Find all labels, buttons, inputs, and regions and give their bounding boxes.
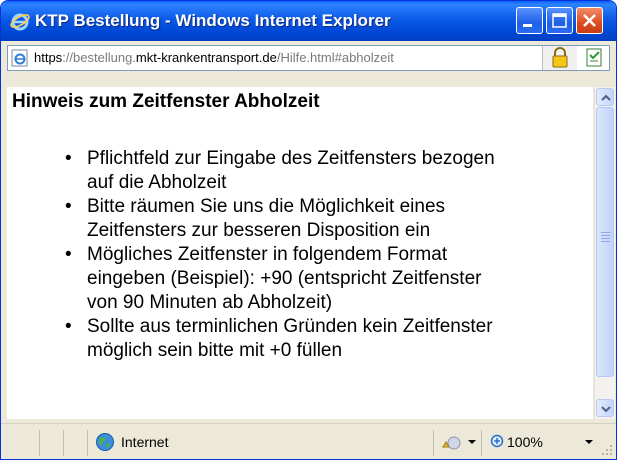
scroll-grip-line xyxy=(601,241,610,242)
bullet-line: Sollte aus terminlichen Gründen kein Zei… xyxy=(87,316,493,337)
security-zone-label: Internet xyxy=(121,434,169,450)
vertical-scrollbar[interactable] xyxy=(594,87,615,419)
resize-grip-icon[interactable] xyxy=(599,442,613,456)
bullet-line: Pflichtfeld zur Eingabe des Zeitfensters… xyxy=(87,148,495,169)
status-divider xyxy=(481,430,482,456)
status-divider xyxy=(87,430,88,456)
url-scheme: https xyxy=(34,50,63,65)
browser-window: KTP Bestellung - Windows Internet Explor… xyxy=(0,0,617,460)
chevron-up-icon xyxy=(601,94,611,101)
dropdown-arrow-icon[interactable] xyxy=(467,438,477,446)
close-button[interactable] xyxy=(576,7,603,34)
close-icon xyxy=(583,14,596,27)
bullet-line: eingeben (Beispiel): +90 (entspricht Zei… xyxy=(87,268,482,289)
chevron-down-icon xyxy=(601,406,611,413)
protected-mode-icon[interactable] xyxy=(442,434,462,452)
scroll-grip-line xyxy=(601,232,610,233)
globe-icon xyxy=(96,433,114,451)
url-text[interactable]: https://bestellung.mkt-krankentransport.… xyxy=(34,50,394,65)
zoom-icon xyxy=(490,434,504,448)
minimize-button[interactable] xyxy=(516,7,543,34)
bullet-line: möglich sein bitte mit +0 füllen xyxy=(87,340,343,361)
ie-page-icon xyxy=(11,49,28,67)
status-divider xyxy=(433,430,434,456)
ie-logo-icon xyxy=(10,13,30,31)
lock-icon xyxy=(552,47,568,68)
maximize-icon xyxy=(552,13,567,28)
scroll-grip-line xyxy=(601,238,610,239)
bullet-list: Pflichtfeld zur Eingabe des Zeitfensters… xyxy=(65,147,593,363)
bullet-line: Zeitfensters zur besseren Disposition ei… xyxy=(87,220,431,241)
bullet-item: Bitte räumen Sie uns die Möglichkeit ein… xyxy=(65,195,593,243)
bullet-item: Sollte aus terminlichen Gründen kein Zei… xyxy=(65,315,593,363)
status-divider xyxy=(39,430,40,456)
certificate-icon xyxy=(586,48,602,67)
bullet-line: Mögliches Zeitfenster in folgendem Forma… xyxy=(87,244,448,265)
scroll-thumb[interactable] xyxy=(596,107,614,377)
window-title: KTP Bestellung - Windows Internet Explor… xyxy=(35,11,391,30)
page-content: Hinweis zum Zeitfenster Abholzeit Pflich… xyxy=(7,87,593,419)
minimize-icon xyxy=(523,24,532,27)
bullet-line: auf die Abholzeit xyxy=(87,172,227,193)
title-bar[interactable]: KTP Bestellung - Windows Internet Explor… xyxy=(1,1,616,41)
url-subdomain: bestellung. xyxy=(73,50,136,65)
url-path: /Hilfe.html#abholzeit xyxy=(276,50,394,65)
chevron-down-icon[interactable] xyxy=(584,438,594,446)
bullet-item: Pflichtfeld zur Eingabe des Zeitfensters… xyxy=(65,147,593,195)
maximize-button[interactable] xyxy=(546,7,573,34)
scroll-down-button[interactable] xyxy=(596,399,614,417)
status-divider xyxy=(63,430,64,456)
page-heading: Hinweis zum Zeitfenster Abholzeit xyxy=(12,91,320,112)
address-bar[interactable]: https://bestellung.mkt-krankentransport.… xyxy=(7,45,610,71)
bullet-item: Mögliches Zeitfenster in folgendem Forma… xyxy=(65,243,593,315)
scroll-up-button[interactable] xyxy=(596,88,614,106)
certificate-button[interactable] xyxy=(578,46,609,70)
security-report-button[interactable] xyxy=(542,46,577,70)
url-separator: :// xyxy=(62,50,74,65)
scroll-grip-line xyxy=(601,235,610,236)
bullet-line: von 90 Minuten ab Abholzeit) xyxy=(87,292,333,313)
bullet-line: Bitte räumen Sie uns die Möglichkeit ein… xyxy=(87,196,446,217)
status-bar: Internet 100% xyxy=(1,423,616,459)
url-domain: mkt-krankentransport.de xyxy=(135,50,277,65)
zoom-level[interactable]: 100% xyxy=(507,434,543,450)
